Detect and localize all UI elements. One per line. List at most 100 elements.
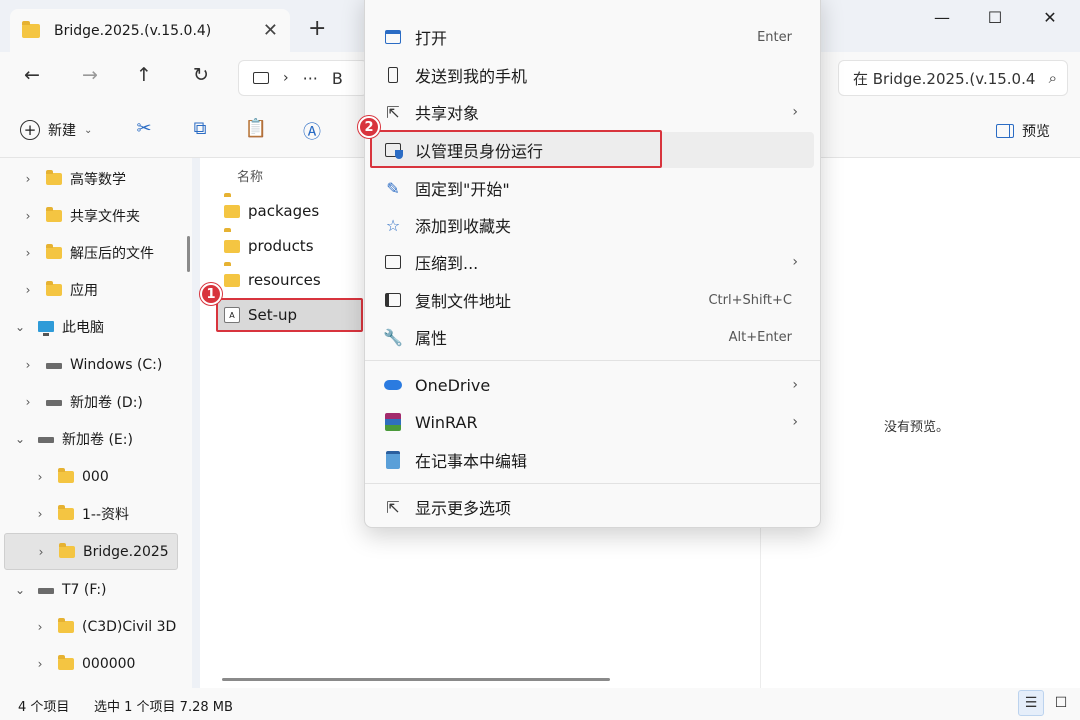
sidebar-item-drive-e[interactable]: ⌄ 新加卷 (E:) bbox=[12, 420, 192, 457]
star-icon: ☆ bbox=[385, 215, 401, 235]
file-item-products[interactable]: products bbox=[224, 231, 314, 261]
menu-item-shortcut: Ctrl+Shift+C bbox=[708, 292, 792, 308]
menu-item-label: 复制文件地址 bbox=[415, 292, 512, 311]
menu-item-add-favorites[interactable]: ☆ 添加到收藏夹 bbox=[371, 207, 814, 243]
sidebar-item-000[interactable]: › 000 bbox=[32, 458, 192, 495]
copy-path-icon bbox=[383, 290, 403, 310]
menu-item-copy-path[interactable]: 复制文件地址 Ctrl+Shift+C bbox=[371, 282, 814, 318]
tab-title: Bridge.2025.(v.15.0.4) bbox=[54, 22, 212, 39]
menu-item-label: WinRAR bbox=[415, 412, 478, 432]
chevron-right-icon[interactable]: › bbox=[33, 545, 49, 559]
file-item-resources[interactable]: resources bbox=[224, 265, 321, 295]
sidebar-item-000000[interactable]: › 000000 bbox=[32, 645, 192, 682]
cloud-icon bbox=[383, 375, 403, 395]
maximize-button[interactable]: ☐ bbox=[975, 8, 1015, 27]
new-tab-button[interactable]: + bbox=[308, 16, 326, 41]
new-button[interactable]: + 新建 ⌄ bbox=[20, 120, 92, 140]
sidebar-item-apps[interactable]: › 应用 bbox=[20, 271, 192, 308]
chevron-right-icon[interactable]: › bbox=[20, 246, 36, 260]
monitor-icon bbox=[253, 72, 269, 84]
menu-item-label: 打开 bbox=[415, 29, 448, 48]
sidebar-item-this-pc[interactable]: ⌄ 此电脑 bbox=[12, 308, 192, 345]
paste-icon[interactable]: 📋 bbox=[244, 118, 268, 142]
menu-item-properties[interactable]: 🔧 属性 Alt+Enter bbox=[371, 319, 814, 355]
back-button[interactable]: ← bbox=[18, 64, 46, 86]
sidebar-item-label: T7 (F:) bbox=[62, 581, 107, 598]
shared-folder-icon bbox=[46, 206, 62, 222]
forward-button[interactable]: → bbox=[76, 64, 104, 86]
search-box[interactable]: 在 Bridge.2025.(v.15.0.4 ⌕ bbox=[838, 60, 1068, 96]
preview-label: 预览 bbox=[1022, 124, 1050, 140]
chevron-right-icon[interactable]: › bbox=[20, 209, 36, 223]
chevron-down-icon[interactable]: ⌄ bbox=[12, 320, 28, 334]
sidebar-item-shared-folder[interactable]: › 共享文件夹 bbox=[20, 197, 192, 234]
menu-item-show-more-options[interactable]: ⇱ 显示更多选项 bbox=[371, 489, 814, 525]
copy-icon[interactable]: ⧉ bbox=[188, 118, 212, 142]
menu-item-send-to-phone[interactable]: 发送到我的手机 bbox=[371, 57, 814, 93]
menu-item-label: 显示更多选项 bbox=[415, 499, 512, 518]
folder-icon bbox=[58, 504, 74, 520]
sidebar-item-label: Bridge.2025 bbox=[83, 543, 169, 560]
chevron-down-icon[interactable]: ⌄ bbox=[12, 583, 28, 597]
cut-icon[interactable]: ✂ bbox=[132, 118, 156, 142]
tab-close-button[interactable]: ✕ bbox=[263, 20, 278, 41]
menu-item-pin-to-start[interactable]: ✎ 固定到"开始" bbox=[371, 170, 814, 206]
horizontal-scrollbar[interactable] bbox=[222, 678, 610, 681]
column-header-name[interactable]: 名称 bbox=[237, 166, 263, 185]
chevron-right-icon[interactable]: › bbox=[20, 395, 36, 409]
address-bar[interactable]: › ··· B bbox=[238, 60, 368, 96]
file-item-packages[interactable]: packages bbox=[224, 196, 319, 226]
chevron-right-icon[interactable]: › bbox=[20, 172, 36, 186]
rename-icon[interactable]: Ⓐ bbox=[300, 118, 324, 143]
address-partial: B bbox=[331, 68, 343, 88]
close-button[interactable]: ✕ bbox=[1030, 8, 1070, 27]
sidebar-item-extracted-files[interactable]: › 解压后的文件 bbox=[20, 234, 192, 271]
chevron-right-icon[interactable]: › bbox=[20, 358, 36, 372]
preview-button[interactable]: 预览 bbox=[996, 121, 1050, 141]
sidebar-item-drive-c[interactable]: › Windows (C:) bbox=[20, 346, 192, 383]
refresh-button[interactable]: ↻ bbox=[187, 64, 215, 86]
address-more-button[interactable]: ··· bbox=[303, 69, 318, 88]
sidebar-item-label: 高等数学 bbox=[70, 171, 126, 188]
chevron-down-icon: ⌄ bbox=[84, 124, 93, 136]
folder-icon bbox=[58, 617, 74, 633]
menu-item-winrar[interactable]: WinRAR › bbox=[371, 404, 814, 440]
menu-item-label: 固定到"开始" bbox=[415, 180, 510, 199]
search-icon: ⌕ bbox=[1048, 69, 1057, 87]
navigation-pane: › 高等数学 › 共享文件夹 › 解压后的文件 › 应用 ⌄ 此电脑 › Win… bbox=[0, 158, 192, 688]
sidebar-item-ziliao[interactable]: › 1--资料 bbox=[32, 495, 192, 532]
up-button[interactable]: ↑ bbox=[130, 64, 158, 86]
details-view-icon[interactable]: ☰ bbox=[1018, 690, 1044, 716]
chevron-down-icon[interactable]: ⌄ bbox=[12, 432, 28, 446]
folder-icon bbox=[58, 654, 74, 670]
chevron-right-icon[interactable]: › bbox=[32, 657, 48, 671]
menu-item-shortcut: Enter bbox=[757, 29, 792, 45]
menu-item-onedrive[interactable]: OneDrive › bbox=[371, 367, 814, 403]
phone-icon bbox=[383, 65, 403, 85]
tab-bridge[interactable]: Bridge.2025.(v.15.0.4) ✕ bbox=[10, 9, 290, 52]
sidebar-item-drive-d[interactable]: › 新加卷 (D:) bbox=[20, 383, 192, 420]
menu-item-edit-in-notepad[interactable]: 在记事本中编辑 bbox=[371, 442, 814, 478]
run-as-admin-highlight-box bbox=[370, 130, 662, 168]
menu-item-compress[interactable]: 压缩到... › bbox=[371, 244, 814, 280]
folder-icon bbox=[224, 204, 240, 218]
sidebar-item-drive-f[interactable]: ⌄ T7 (F:) bbox=[12, 571, 192, 608]
wrench-icon: 🔧 bbox=[383, 327, 403, 347]
menu-item-share[interactable]: ⇱ 共享对象 › bbox=[371, 94, 814, 130]
sidebar-item-bridge-2025[interactable]: › Bridge.2025 bbox=[4, 533, 178, 570]
chevron-right-icon[interactable]: › bbox=[20, 283, 36, 297]
chevron-right-icon[interactable]: › bbox=[32, 470, 48, 484]
chevron-right-icon[interactable]: › bbox=[32, 507, 48, 521]
drive-icon bbox=[46, 400, 62, 406]
sidebar-item-civil-3d[interactable]: › (C3D)Civil 3D bbox=[32, 608, 192, 645]
sidebar-item-gaodengshuxue[interactable]: › 高等数学 bbox=[20, 160, 192, 197]
sidebar-item-label: 新加卷 (E:) bbox=[62, 431, 133, 448]
minimize-button[interactable]: — bbox=[922, 8, 962, 27]
menu-item-label: OneDrive bbox=[415, 375, 491, 395]
sidebar-item-label: (C3D)Civil 3D bbox=[82, 618, 177, 635]
tiles-view-icon[interactable]: ☐ bbox=[1048, 690, 1074, 716]
chevron-right-icon[interactable]: › bbox=[32, 620, 48, 634]
menu-item-open[interactable]: 打开 Enter bbox=[371, 19, 814, 55]
drive-icon bbox=[38, 588, 54, 594]
sidebar-scrollbar[interactable] bbox=[187, 236, 190, 272]
